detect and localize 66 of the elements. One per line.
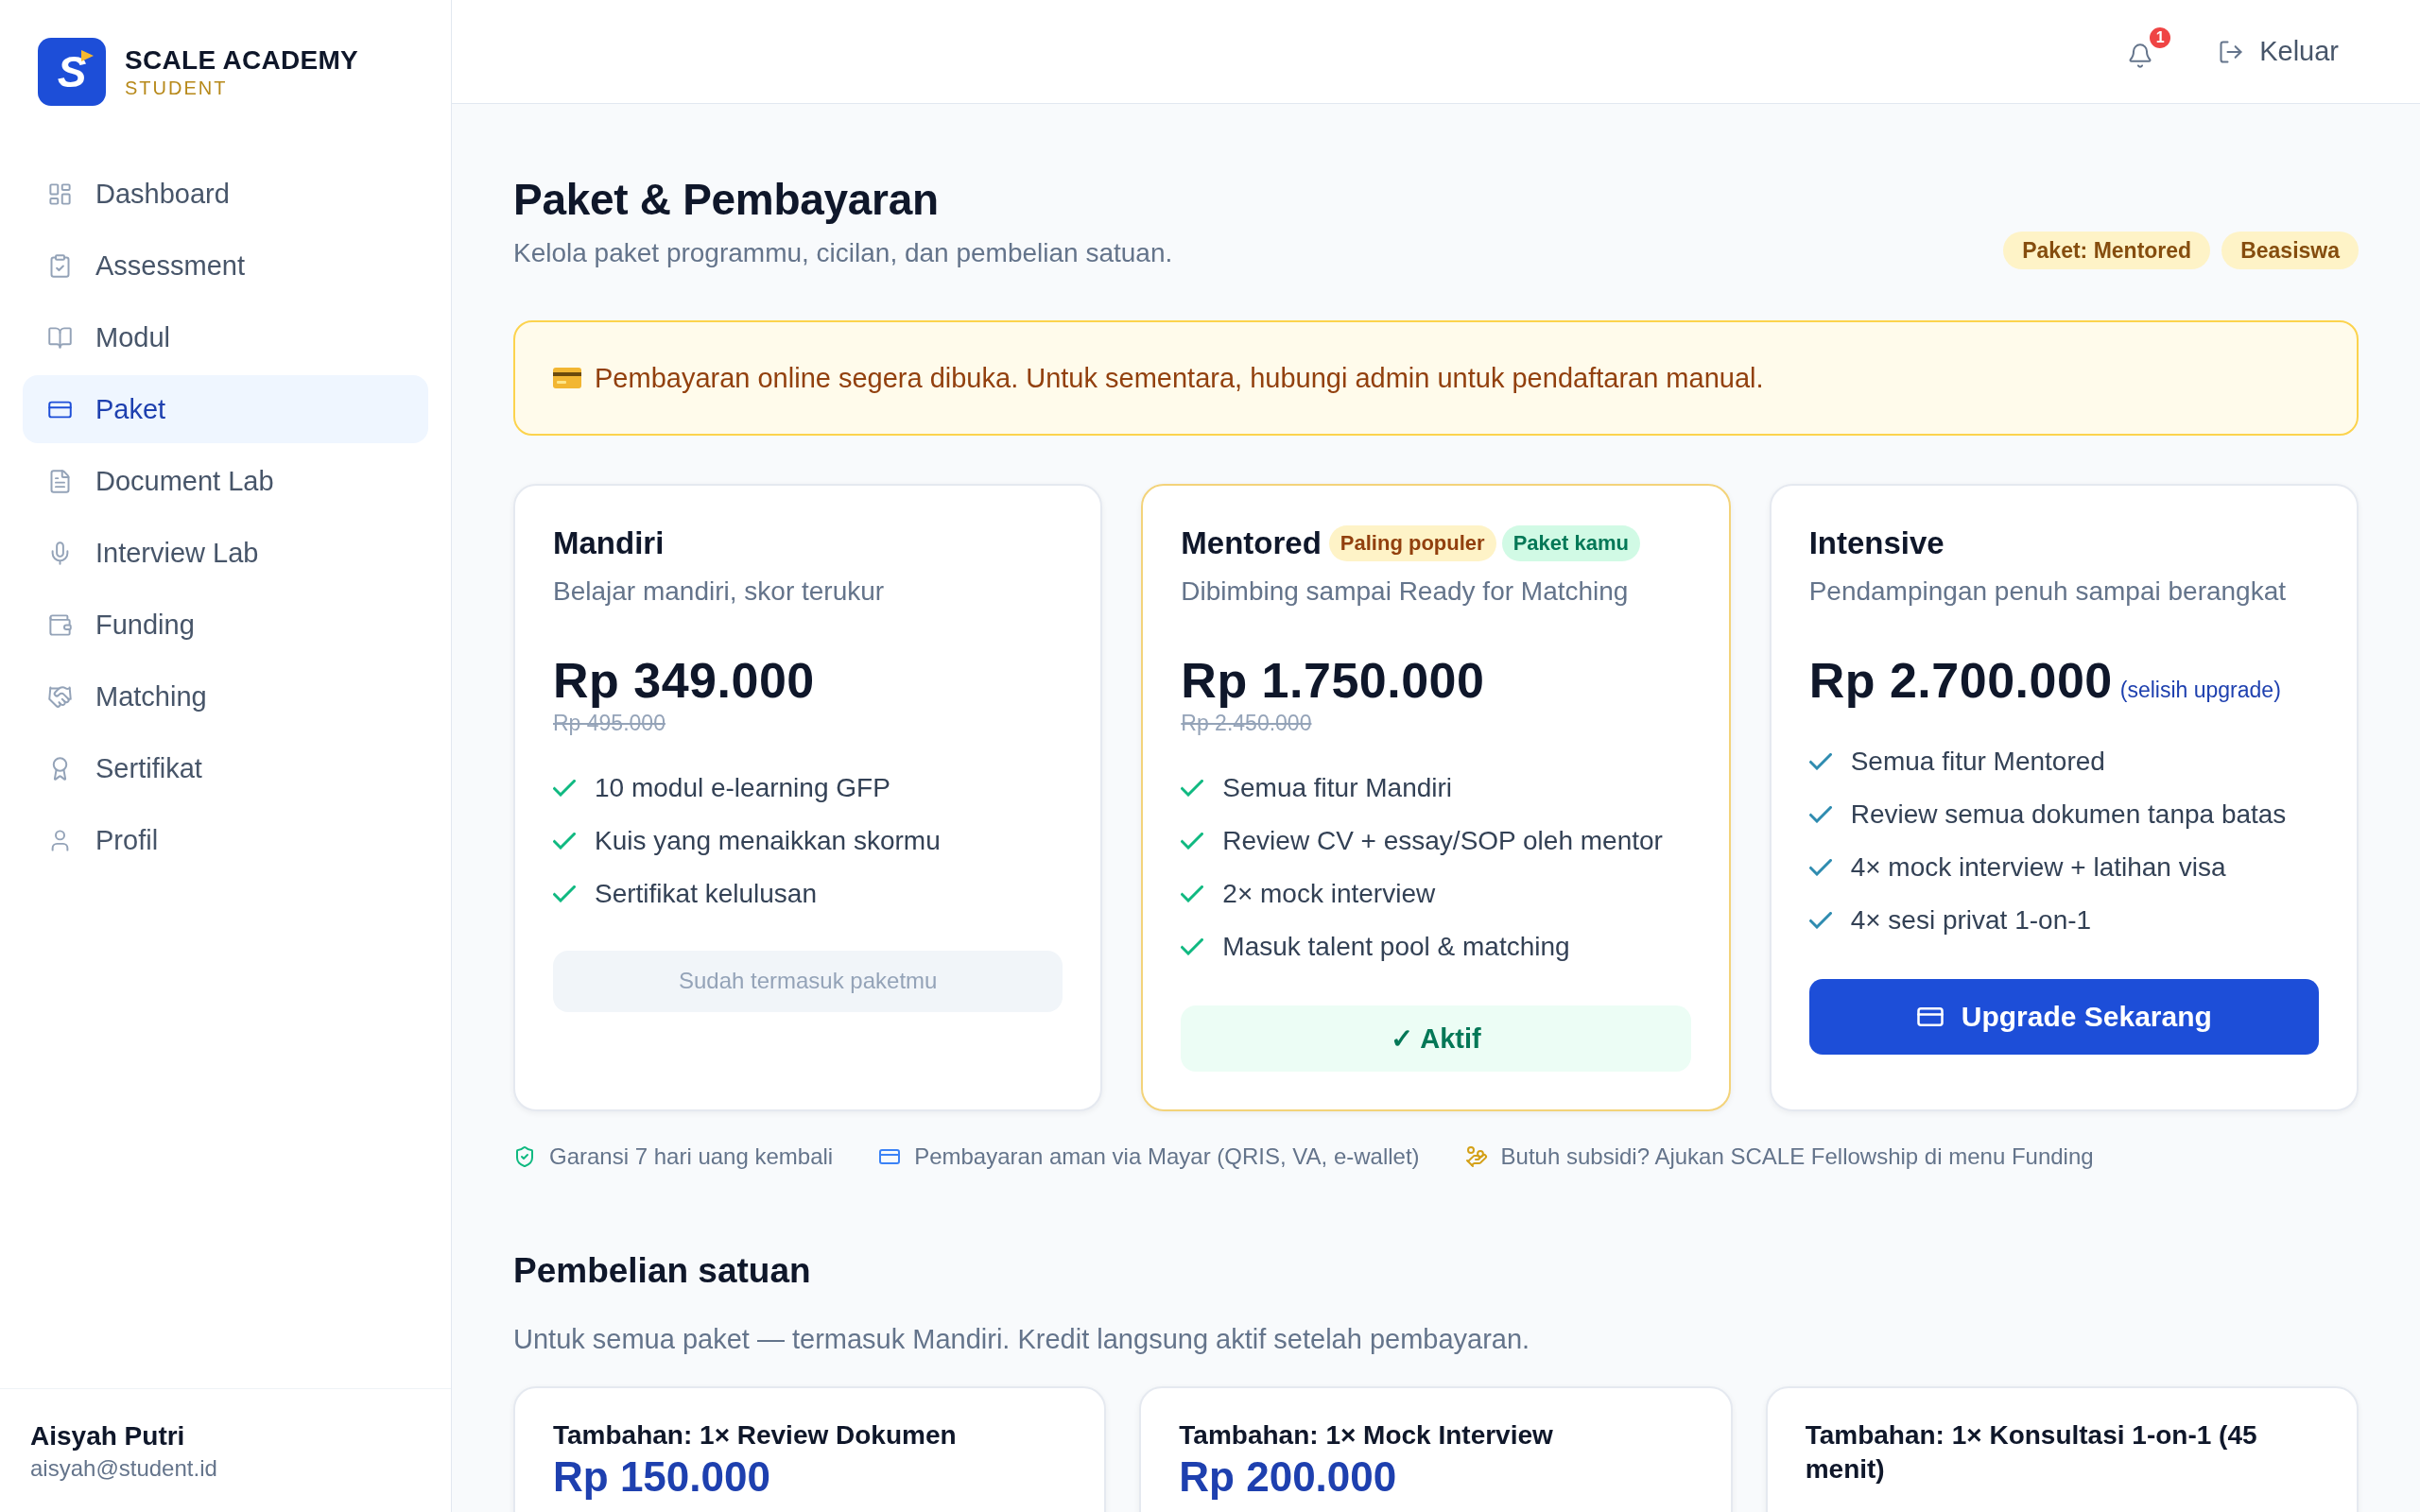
page-subtitle: Kelola paket programmu, cicilan, dan pembelian satuan. (513, 237, 1173, 269)
plan-description: Pendampingan penuh sampai berangkat (1808, 575, 2288, 608)
addon-title: Tambahan: 1× Mock Interview (1179, 1418, 1554, 1452)
notification-badge: 1 (2148, 25, 2173, 50)
feature-text: Kuis yang menaikkan skormu (595, 824, 941, 857)
logo-letter: S (57, 50, 87, 94)
plan-price: Rp 2.700.000 (1808, 651, 2113, 710)
sidebar-nav-item[interactable]: Document Lab (23, 447, 428, 515)
plan-description: Dibimbing sampai Ready for Matching (1181, 575, 1630, 608)
active-button[interactable]: ✓ Aktif (1181, 1005, 1691, 1072)
sidebar-nav-item[interactable]: Dashboard (23, 160, 428, 228)
credit-card-icon (553, 367, 581, 388)
old-price: Rp 2.450.000 (1181, 709, 1312, 736)
feature-text: 4× mock interview + latihan visa (1850, 850, 2226, 884)
feature-text: Semua fitur Mentored (1850, 745, 2105, 778)
feature-text: Review semua dokumen tanpa batas (1850, 798, 2287, 831)
addon-title: Tambahan: 1× Review Dokumen (553, 1418, 958, 1452)
plan-description: Belajar mandiri, skor terukur (553, 575, 886, 608)
feature-text: Masuk talent pool & matching (1222, 930, 1570, 963)
plan-tag: Paket kamu (1501, 524, 1640, 561)
book-icon (47, 324, 73, 351)
feature-text: Sertifikat kelulusan (595, 877, 817, 910)
sidebar-nav-item[interactable]: Sertifikat (23, 734, 428, 802)
hand-coins-icon (1464, 1144, 1488, 1168)
plan-tag: Paling populer (1328, 524, 1496, 561)
plan-price: Rp 1.750.000 (1181, 651, 1485, 710)
status-badge: Paket: Mentored (2003, 231, 2211, 269)
plan-name: Intensive (1808, 524, 1945, 562)
sidebar-nav-item[interactable]: Modul (23, 303, 428, 371)
feature-text: Review CV + essay/SOP oleh mentor (1222, 824, 1663, 857)
handshake-icon (47, 683, 73, 710)
plan-name: Mentored (1181, 524, 1322, 562)
page-title: Paket & Pembayaran (513, 174, 940, 226)
user-email: aisyah@student.id (30, 1455, 218, 1482)
sidebar-nav-item[interactable]: Assessment (23, 232, 428, 300)
section-title: Pembelian satuan (513, 1249, 812, 1292)
feature-text: 4× sesi privat 1-on-1 (1850, 903, 2092, 936)
price-note: (selisih upgrade) (2119, 677, 2281, 703)
sidebar-nav-item[interactable]: Profil (23, 806, 428, 874)
shield-check-icon (513, 1144, 536, 1168)
grid-icon (47, 180, 73, 207)
sidebar-nav-item[interactable]: Interview Lab (23, 519, 428, 587)
wallet-icon (47, 611, 73, 638)
feature-text: Semua fitur Mandiri (1222, 771, 1453, 804)
addon-price: Rp 200.000 (1179, 1453, 1398, 1500)
sidebar-nav-item[interactable]: Funding (23, 591, 428, 659)
brand-name: SCALE ACADEMY (125, 44, 359, 76)
feature-text: 2× mock interview (1222, 877, 1436, 910)
plan-name: Mandiri (553, 524, 665, 562)
addon-title: Tambahan: 1× Konsultasi 1-on-1 (45 menit) (1805, 1418, 2258, 1486)
status-badge: Beasiswa (2221, 231, 2359, 269)
sidebar-nav-item[interactable]: Matching (23, 662, 428, 730)
assurance-text: Garansi 7 hari uang kembali (549, 1142, 834, 1171)
user-name: Aisyah Putri (30, 1421, 186, 1452)
assurance-text: Butuh subsidi? Ajukan SCALE Fellowship di menu Funding (1500, 1142, 2094, 1171)
upgrade-button[interactable]: Upgrade Sekarang (1808, 978, 2319, 1055)
assurance-text: Pembayaran aman via Mayar (QRIS, VA, e-wallet) (914, 1142, 1420, 1171)
feature-text: 10 modul e-learning GFP (595, 771, 890, 804)
brand-role: STUDENT (125, 77, 229, 99)
section-subtitle: Untuk semua paket — termasuk Mandiri. Kredit langsung aktif setelah pembayaran. (513, 1322, 1531, 1356)
notice-text: Pembayaran online segera dibuka. Untuk sementara, hubungi admin untuk pendaftaran manual. (595, 361, 1764, 394)
plan-price: Rp 349.000 (553, 651, 815, 710)
old-price: Rp 495.000 (553, 709, 666, 736)
sidebar-nav-item[interactable]: Paket (23, 375, 428, 443)
addon-price: Rp 150.000 (553, 1453, 771, 1500)
logout-button[interactable]: Keluar (2199, 26, 2358, 77)
